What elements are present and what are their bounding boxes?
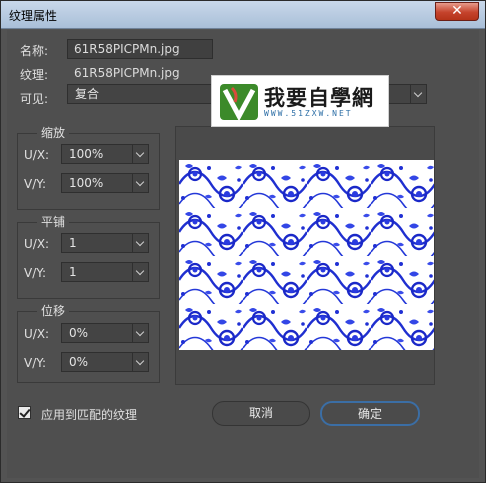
chevron-down-icon xyxy=(410,85,426,103)
logo-url: WWW.51ZXW.NET xyxy=(264,109,353,118)
visible-value: 复合 xyxy=(75,87,100,101)
apply-matching-label: 应用到匹配的纹理 xyxy=(41,408,138,422)
tile-group-title: 平铺 xyxy=(37,213,70,230)
offset-ux-select[interactable]: 0% xyxy=(61,323,149,343)
scale-ux-select[interactable]: 100% xyxy=(61,144,149,164)
chevron-down-icon xyxy=(132,324,148,342)
scale-ux-value: 100% xyxy=(69,147,104,161)
tile-vy-select[interactable]: 1 xyxy=(61,262,149,282)
chevron-down-icon xyxy=(132,174,148,192)
window-title: 纹理属性 xyxy=(9,9,58,23)
tile-ux-value: 1 xyxy=(69,236,77,250)
texture-label: 纹理: xyxy=(20,68,49,82)
offset-ux-label: U/X: xyxy=(24,327,50,341)
watermark-logo: 我要自學網 WWW.51ZXW.NET xyxy=(211,75,389,127)
title-bar: 纹理属性 ✕ xyxy=(1,1,485,29)
texture-preview-image xyxy=(179,160,434,350)
texture-value: 61R58PICPMn.jpg xyxy=(74,66,180,80)
offset-vy-select[interactable]: 0% xyxy=(61,352,149,372)
dialog-content: 名称: 61R58PICPMn.jpg 纹理: 61R58PICPMn.jpg … xyxy=(7,30,479,478)
name-value: 61R58PICPMn.jpg xyxy=(74,42,180,56)
chevron-down-icon xyxy=(132,145,148,163)
scale-vy-select[interactable]: 100% xyxy=(61,173,149,193)
ok-button[interactable]: 确定 xyxy=(320,401,420,426)
tile-vy-value: 1 xyxy=(69,265,77,279)
offset-vy-value: 0% xyxy=(69,355,89,369)
blue-floral-pattern xyxy=(179,160,434,350)
tile-ux-label: U/X: xyxy=(24,237,50,251)
chevron-down-icon xyxy=(132,353,148,371)
chevron-down-icon xyxy=(132,263,148,281)
offset-group xyxy=(17,311,160,383)
chevron-down-icon xyxy=(132,234,148,252)
scale-vy-label: V/Y: xyxy=(24,177,47,191)
v-logo-icon xyxy=(220,84,258,122)
offset-group-title: 位移 xyxy=(37,302,70,319)
texture-preview-frame xyxy=(175,126,435,385)
tile-ux-select[interactable]: 1 xyxy=(61,233,149,253)
visible-label: 可见: xyxy=(20,92,49,106)
scale-group-title: 缩放 xyxy=(37,124,70,141)
offset-ux-value: 0% xyxy=(69,326,89,340)
close-button[interactable]: ✕ xyxy=(435,2,479,21)
logo-text: 我要自學網 xyxy=(264,85,374,110)
texture-properties-dialog: 纹理属性 ✕ 名称: 61R58PICPMn.jpg 纹理: 61R58PICP… xyxy=(0,0,486,483)
offset-vy-label: V/Y: xyxy=(24,356,47,370)
scale-vy-value: 100% xyxy=(69,176,104,190)
cancel-button[interactable]: 取消 xyxy=(212,401,310,426)
name-field[interactable]: 61R58PICPMn.jpg xyxy=(67,39,213,59)
scale-ux-label: U/X: xyxy=(24,148,50,162)
tile-vy-label: V/Y: xyxy=(24,266,47,280)
apply-matching-checkbox[interactable] xyxy=(18,406,31,419)
name-label: 名称: xyxy=(20,44,49,58)
